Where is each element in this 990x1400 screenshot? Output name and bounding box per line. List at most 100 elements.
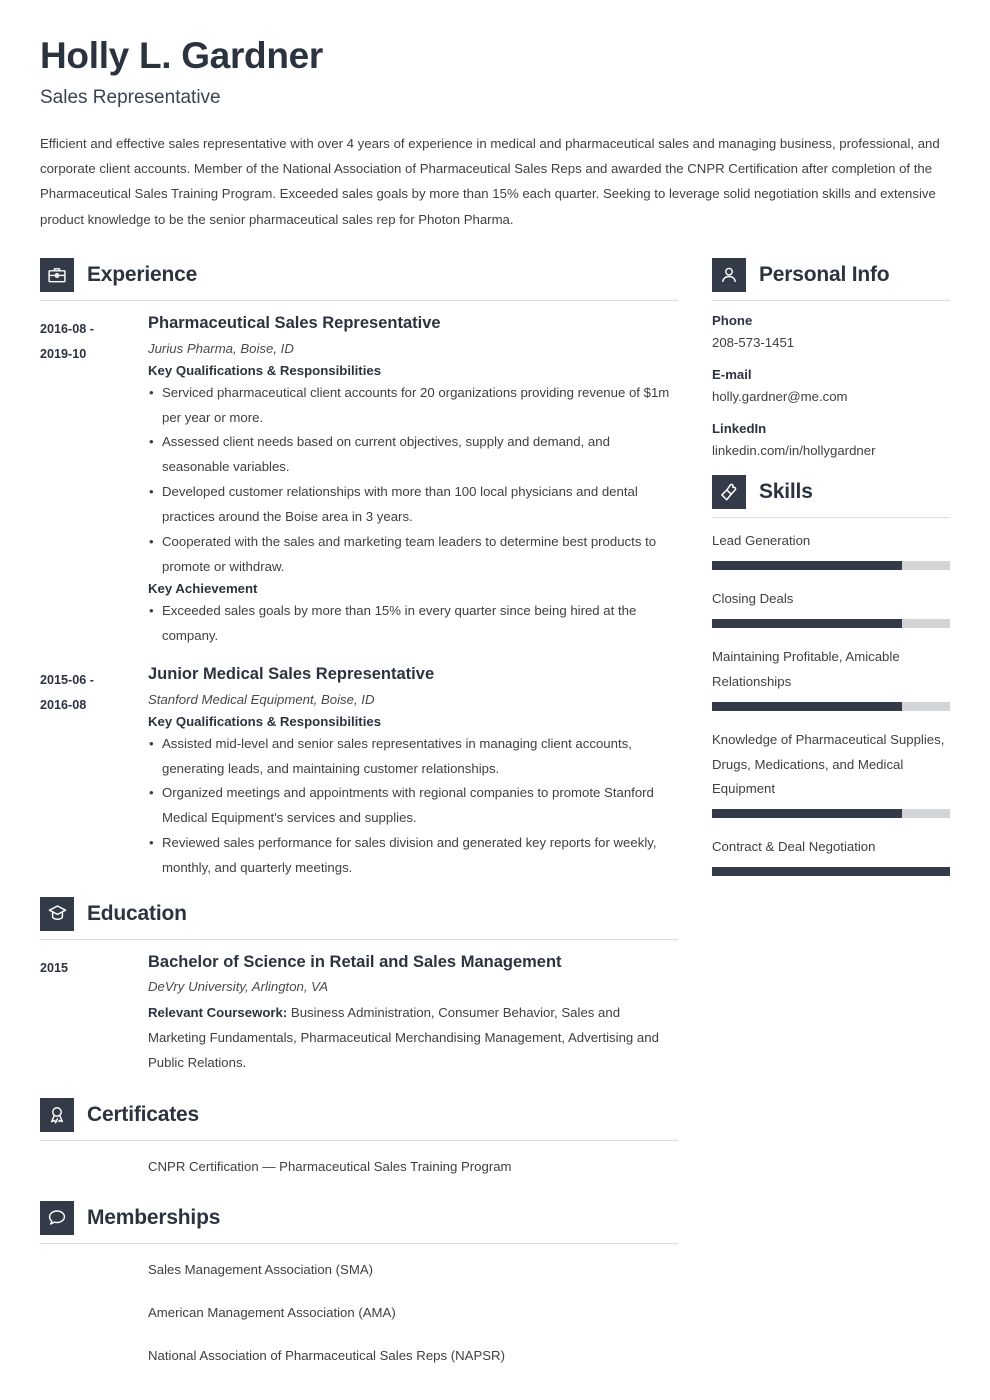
list-item: Developed customer relationships with mo… [148, 480, 678, 530]
section-skills: Skills Lead Generation Closing Deals Mai… [712, 475, 950, 876]
education-entries: 2015 Bachelor of Science in Retail and S… [40, 940, 678, 1076]
responsibility-list: Assisted mid-level and senior sales repr… [148, 732, 678, 881]
education-entry: 2015 Bachelor of Science in Retail and S… [40, 953, 678, 1076]
job-title: Sales Representative [40, 86, 221, 108]
job-role: Junior Medical Sales Representative [148, 664, 435, 683]
briefcase-icon [40, 258, 74, 293]
list-item: National Association of Pharmaceutical S… [40, 1343, 678, 1368]
graduation-cap-icon [40, 896, 74, 931]
section-experience: Experience 2016-08 - 2019-10 Pharmaceuti… [40, 258, 678, 883]
skill-bar-track [712, 866, 950, 876]
experience-entry: 2015-06 - 2016-08 Junior Medical Sales R… [40, 665, 678, 883]
skill-bar-fill [712, 561, 903, 571]
entry-date-range: 2015-06 - 2016-08 [40, 665, 148, 883]
skill-bar-fill [712, 619, 903, 629]
responsibility-list: Serviced pharmaceutical client accounts … [148, 381, 678, 580]
entry-date-range: 2016-08 - 2019-10 [40, 314, 148, 651]
section-title: Memberships [87, 1205, 221, 1229]
section-education: Education 2015 Bachelor of Science in Re… [40, 896, 678, 1076]
skill-item: Maintaining Profitable, Amicable Relatio… [712, 645, 950, 711]
speech-bubble-icon [40, 1200, 74, 1235]
section-title: Experience [87, 263, 198, 287]
section-title: Personal Info [759, 263, 890, 287]
entry-details: Pharmaceutical Sales Representative Juri… [148, 314, 678, 651]
main-column: Experience 2016-08 - 2019-10 Pharmaceuti… [40, 258, 678, 1372]
page-title: Holly L. Gardner [40, 35, 324, 76]
education-year: 2015 [40, 960, 69, 975]
section-certificates: Certificates CNPR Certification — Pharma… [40, 1097, 678, 1179]
skill-bar-fill [712, 866, 950, 876]
school-name: DeVry University, Arlington, VA [148, 979, 329, 995]
professional-summary: Efficient and effective sales representa… [40, 135, 940, 227]
memberships-heading: Memberships [40, 1200, 678, 1243]
list-item: Sales Management Association (SMA) [40, 1257, 678, 1300]
skill-item: Closing Deals [712, 587, 950, 629]
sidebar-column: Personal Info Phone 208-573-1451 E-mail … [712, 258, 950, 893]
date-from: 2015-06 - [40, 672, 94, 687]
skill-bar-track [712, 619, 950, 629]
skill-item: Knowledge of Pharmaceutical Supplies, Dr… [712, 728, 950, 819]
skill-bar-track [712, 561, 950, 571]
skill-item: Lead Generation [712, 529, 950, 571]
skill-label: Closing Deals [712, 591, 794, 607]
skills-heading: Skills [712, 475, 950, 517]
achievement-list: Exceeded sales goals by more than 15% in… [148, 599, 678, 649]
group-label: Key Qualifications & Responsibilities [148, 713, 382, 729]
field-label-phone: Phone [712, 313, 753, 329]
certificates-heading: Certificates [40, 1097, 678, 1140]
skill-bar-fill [712, 701, 903, 711]
coursework: Relevant Coursework: Business Administra… [148, 1001, 678, 1075]
field-label-email: E-mail [712, 367, 752, 383]
entry-details: Bachelor of Science in Retail and Sales … [148, 953, 678, 1076]
list-item: American Management Association (AMA) [40, 1300, 678, 1343]
field-value-linkedin[interactable]: linkedin.com/in/hollygardner [712, 440, 950, 461]
memberships-list: Sales Management Association (SMA) Ameri… [40, 1244, 678, 1368]
skill-item: Contract & Deal Negotiation [712, 835, 950, 876]
personal-info-heading: Personal Info [712, 258, 950, 300]
section-personal-info: Personal Info Phone 208-573-1451 E-mail … [712, 258, 950, 461]
membership-name: National Association of Pharmaceutical S… [148, 1348, 505, 1364]
experience-entry: 2016-08 - 2019-10 Pharmaceutical Sales R… [40, 314, 678, 651]
list-item: CNPR Certification — Pharmaceutical Sale… [40, 1154, 678, 1179]
skill-bar-fill [712, 809, 903, 819]
section-memberships: Memberships Sales Management Association… [40, 1200, 678, 1368]
certificates-list: CNPR Certification — Pharmaceutical Sale… [40, 1141, 678, 1179]
experience-heading: Experience [40, 258, 678, 300]
personal-info-fields: Phone 208-573-1451 E-mail holly.gardner@… [712, 301, 950, 461]
skills-list: Lead Generation Closing Deals Maintainin… [712, 518, 950, 876]
list-item: Organized meetings and appointments with… [148, 781, 678, 831]
date-from: 2016-08 - [40, 322, 94, 337]
date-to: 2019-10 [40, 346, 87, 361]
date-to: 2016-08 [40, 697, 87, 712]
list-item: Cooperated with the sales and marketing … [148, 530, 678, 580]
field-value-phone: 208-573-1451 [712, 335, 795, 351]
list-item: Assisted mid-level and senior sales repr… [148, 732, 678, 782]
body-columns: Experience 2016-08 - 2019-10 Pharmaceuti… [40, 258, 950, 1372]
education-heading: Education [40, 896, 678, 939]
skill-bar-track [712, 701, 950, 711]
section-title: Certificates [87, 1102, 199, 1126]
field-value-email[interactable]: holly.gardner@me.com [712, 386, 950, 407]
section-title: Skills [759, 480, 813, 504]
job-organization: Jurius Pharma, Boise, ID [148, 340, 294, 356]
group-label: Key Achievement [148, 581, 258, 597]
skill-label: Contract & Deal Negotiation [712, 839, 876, 855]
puzzle-piece-icon [712, 475, 746, 510]
membership-name: Sales Management Association (SMA) [148, 1261, 374, 1277]
list-item: Serviced pharmaceutical client accounts … [148, 381, 678, 431]
list-item: Assessed client needs based on current o… [148, 430, 678, 480]
resume-page: Holly L. Gardner Sales Representative Ef… [0, 0, 990, 1400]
job-organization: Stanford Medical Equipment, Boise, ID [148, 691, 375, 707]
list-item: Exceeded sales goals by more than 15% in… [148, 599, 678, 649]
skill-label: Knowledge of Pharmaceutical Supplies, Dr… [712, 731, 945, 797]
degree-title: Bachelor of Science in Retail and Sales … [148, 952, 562, 971]
resume-header: Holly L. Gardner Sales Representative Ef… [40, 0, 950, 232]
group-label: Key Qualifications & Responsibilities [148, 362, 382, 378]
skill-label: Maintaining Profitable, Amicable Relatio… [712, 649, 900, 689]
certificate-name: CNPR Certification — Pharmaceutical Sale… [148, 1158, 512, 1174]
skill-label: Lead Generation [712, 533, 811, 549]
field-label-linkedin: LinkedIn [712, 421, 767, 437]
